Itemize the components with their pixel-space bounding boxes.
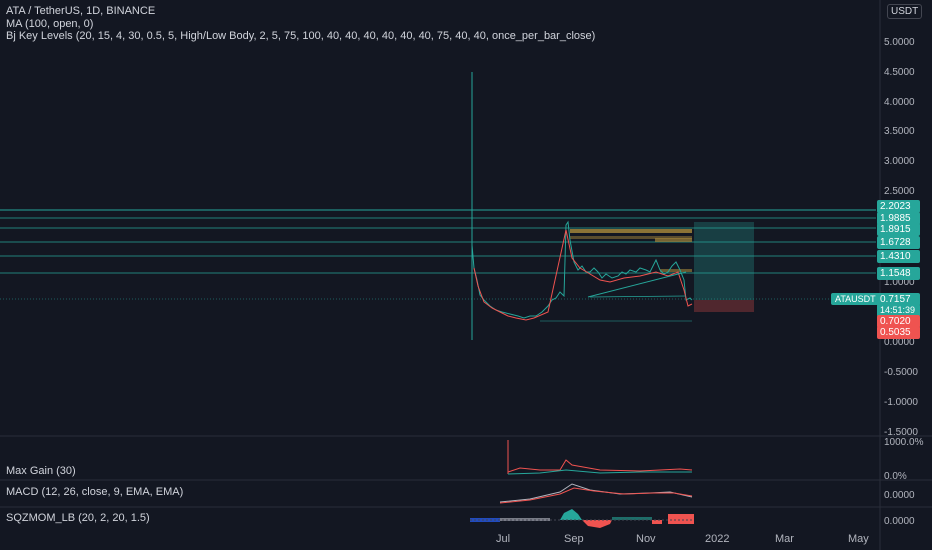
level-tag: 1.1548 [877, 267, 920, 280]
price-axis-label: 3.0000 [884, 156, 915, 167]
max-gain-axis: 1000.0% [884, 437, 924, 448]
price-axis-label: -1.0000 [884, 397, 918, 408]
chart-canvas[interactable] [0, 0, 932, 550]
resistance-zone [655, 238, 692, 242]
macd-signal [499, 487, 693, 504]
symbol-price-tag: ATAUSDT [831, 293, 880, 305]
trend-line [589, 295, 687, 298]
sqz-bars [560, 509, 582, 520]
time-axis-label: Mar [775, 533, 794, 545]
sqzmom-title[interactable]: SQZMOM_LB (20, 2, 20, 1.5) [6, 512, 150, 524]
max-gain-axis: 0.0% [884, 471, 907, 482]
price-axis-label: 4.0000 [884, 97, 915, 108]
level-tag: 1.8915 [877, 223, 920, 236]
time-axis-label: Nov [636, 533, 656, 545]
price-axis-label: 3.5000 [884, 126, 915, 137]
time-axis-label: May [848, 533, 869, 545]
currency-button[interactable]: USDT [887, 4, 923, 19]
loss-zone [694, 300, 754, 312]
ma-legend[interactable]: MA (100, open, 0) [6, 18, 93, 30]
sqz-bars [668, 514, 694, 524]
key-levels-legend[interactable]: Bj Key Levels (20, 15, 4, 30, 0.5, 5, Hi… [6, 30, 595, 42]
symbol-legend[interactable]: ATA / TetherUS, 1D, BINANCE [6, 5, 155, 17]
level-tag: 1.6728 [877, 236, 920, 249]
target-tag: 0.5035 [877, 326, 920, 339]
max-gain-series [507, 459, 693, 473]
time-axis-label: Jul [496, 533, 511, 545]
macd-axis: 0.0000 [884, 490, 915, 501]
price-axis-label: -0.5000 [884, 367, 918, 378]
max-gain-series [507, 469, 692, 475]
time-axis-label: 2022 [705, 533, 730, 545]
sqz-bars [652, 520, 662, 524]
price-axis-label: 2.5000 [884, 186, 915, 197]
price-axis-label: 5.0000 [884, 37, 915, 48]
sqzmom-axis: 0.0000 [884, 516, 915, 527]
trend-line [587, 271, 687, 298]
level-tag: 1.4310 [877, 250, 920, 263]
macd-title[interactable]: MACD (12, 26, close, 9, EMA, EMA) [6, 486, 183, 498]
profit-zone [694, 222, 754, 300]
price-series-down [473, 229, 693, 321]
max-gain-title[interactable]: Max Gain (30) [6, 465, 76, 477]
resistance-zone [570, 229, 692, 233]
time-axis-label: Sep [564, 533, 584, 545]
sqz-bars [582, 520, 612, 528]
resistance-zone [660, 269, 692, 272]
price-axis-label: 4.5000 [884, 67, 915, 78]
